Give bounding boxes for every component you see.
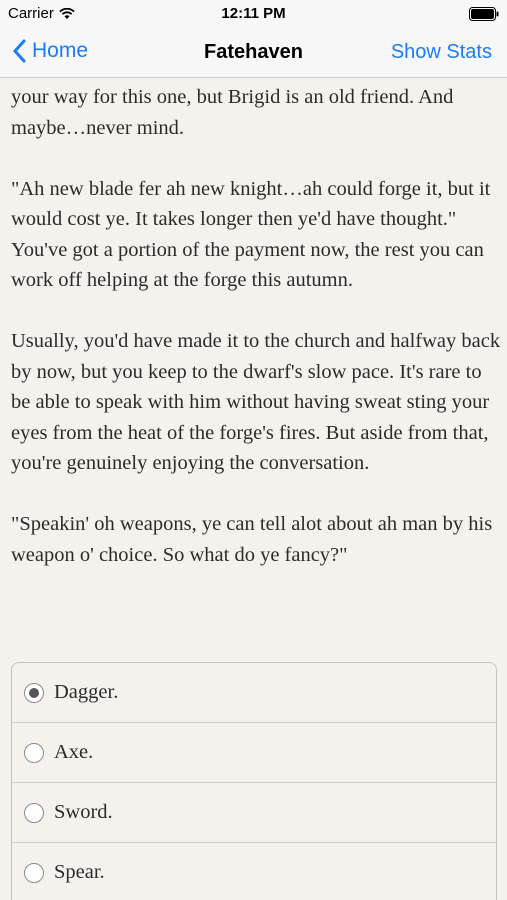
story-paragraph: your way for this one, but Brigid is an … — [11, 86, 454, 139]
choice-label: Spear. — [54, 861, 105, 883]
radio-unselected-icon — [24, 802, 44, 823]
home-back-button[interactable]: Home — [12, 39, 88, 63]
choice-list: Dagger. Axe. Sword. Spear. — [11, 662, 497, 900]
choice-label: Dagger. — [54, 681, 119, 703]
story-paragraph: "Ah new blade fer ah new knight…ah could… — [11, 177, 491, 292]
radio-selected-icon — [24, 682, 44, 703]
battery-icon — [469, 7, 499, 21]
radio-unselected-icon — [24, 742, 44, 763]
radio-unselected-icon — [24, 862, 44, 883]
story-text: your way for this one, but Brigid is an … — [11, 82, 501, 601]
story-paragraph: "Speakin' oh weapons, ye can tell alot a… — [11, 513, 493, 566]
choice-dagger[interactable]: Dagger. — [12, 663, 496, 723]
choice-label: Sword. — [54, 801, 113, 823]
show-stats-button[interactable]: Show Stats — [391, 41, 492, 64]
choice-spear[interactable]: Spear. — [12, 843, 496, 900]
back-label: Home — [32, 39, 89, 62]
status-time: 12:11 PM — [221, 5, 286, 22]
choice-sword[interactable]: Sword. — [12, 783, 496, 843]
story-paragraph: Usually, you'd have made it to the churc… — [11, 330, 501, 474]
navigation-bar: Home Fatehaven Show Stats — [0, 28, 507, 78]
status-bar: Carrier 12:11 PM — [0, 0, 507, 28]
chevron-left-icon — [13, 39, 26, 63]
choice-label: Axe. — [54, 741, 94, 763]
choice-axe[interactable]: Axe. — [12, 723, 496, 783]
